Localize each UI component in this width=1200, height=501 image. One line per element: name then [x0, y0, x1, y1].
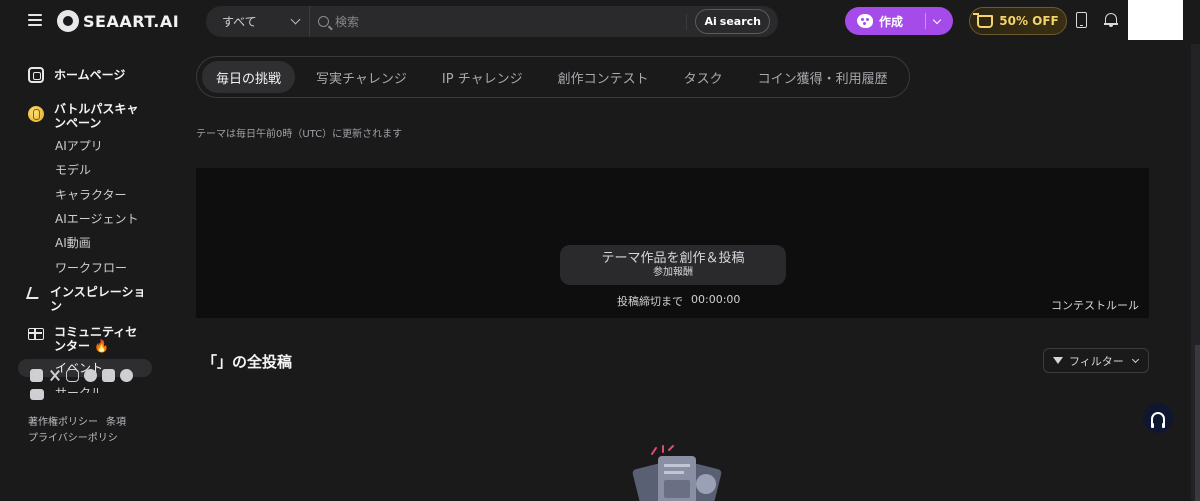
menu-icon[interactable] — [28, 14, 42, 26]
tiktok-icon[interactable] — [102, 369, 115, 382]
cart-icon — [973, 12, 994, 28]
youtube-icon[interactable] — [30, 389, 44, 400]
deadline-countdown: 投稿締切まで 00:00:00 — [617, 293, 740, 309]
create-main-button[interactable]: 作成 — [845, 13, 925, 30]
sidebar-item-community[interactable]: コミュニティセンター 🔥 — [28, 325, 148, 353]
inspiration-icon — [26, 287, 42, 299]
empty-state-illustration — [632, 445, 722, 501]
sidebar-item-label: バトルパスキャンペーン — [54, 102, 139, 130]
tab-ip-challenge[interactable]: IP チャレンジ — [428, 61, 537, 93]
search-bar: すべて Ai search — [206, 6, 778, 37]
search-icon — [318, 16, 329, 27]
copyright-policy-link[interactable]: 著作権ポリシー — [28, 417, 98, 428]
create-label: 作成 — [879, 14, 904, 29]
sidebar-item-ai-app[interactable]: AIアプリ — [55, 137, 103, 154]
coin-icon — [28, 106, 44, 122]
section-title: 「」の全投稿 — [202, 353, 293, 371]
sidebar-item-character[interactable]: キャラクター — [55, 186, 127, 203]
top-header: SEAART.AI すべて Ai search 作成 50% OFF — [0, 0, 1200, 44]
ai-badge: Ai — [704, 15, 717, 28]
filter-label: フィルター — [1069, 354, 1124, 368]
tab-tasks[interactable]: タスク — [670, 61, 737, 93]
sidebar-item-model[interactable]: モデル — [55, 161, 91, 178]
contest-rules-link[interactable]: コンテストルール — [1051, 297, 1139, 313]
filter-button[interactable]: フィルター — [1043, 348, 1149, 373]
logo-text: SEAART.AI — [83, 11, 180, 31]
divider — [686, 13, 688, 30]
filter-icon — [1053, 357, 1063, 364]
sidebar-item-label: ホームページ — [54, 68, 126, 82]
ai-search-label: search — [719, 15, 761, 28]
chevron-down-icon — [290, 14, 301, 25]
bell-icon[interactable] — [1104, 12, 1118, 27]
sidebar-item-ai-video[interactable]: AI動画 — [55, 234, 91, 251]
search-scope-select[interactable]: すべて — [206, 6, 310, 37]
tab-daily-challenge[interactable]: 毎日の挑戦 — [202, 61, 296, 93]
challenge-banner: テーマ作品を創作＆投稿 参加報酬 投稿締切まで 00:00:00 コンテストルー… — [196, 168, 1149, 318]
reward-label: 参加報酬 — [653, 267, 693, 278]
deadline-label: 投稿締切まで — [617, 295, 683, 308]
facebook-icon[interactable] — [84, 369, 97, 382]
discord-icon[interactable] — [30, 369, 43, 382]
logo-mark-icon — [57, 10, 79, 32]
avatar[interactable] — [1128, 0, 1183, 40]
support-button[interactable] — [1143, 403, 1173, 433]
sidebar-item-inspiration[interactable]: インスピレーション — [26, 285, 148, 313]
headset-icon — [1151, 412, 1165, 428]
challenge-tabs: 毎日の挑戦 写実チャレンジ IP チャレンジ 創作コンテスト タスク コイン獲得… — [196, 56, 910, 98]
sidebar-item-label: コミュニティセンター 🔥 — [54, 325, 138, 353]
update-note: テーマは毎日午前0時（UTC）に更新されます — [196, 129, 403, 140]
ai-search-button[interactable]: Ai search — [695, 9, 770, 34]
sidebar-item-battle-pass[interactable]: バトルパスキャンペーン — [28, 102, 148, 130]
palette-icon — [857, 14, 873, 28]
create-and-post-label: テーマ作品を創作＆投稿 — [601, 251, 745, 266]
reddit-icon[interactable] — [120, 369, 133, 382]
tab-realistic-challenge[interactable]: 写実チャレンジ — [302, 61, 421, 93]
instagram-icon[interactable] — [66, 369, 79, 382]
create-and-post-button[interactable]: テーマ作品を創作＆投稿 参加報酬 — [560, 245, 786, 285]
promo-button[interactable]: 50% OFF — [969, 7, 1067, 35]
search-scope-label: すべて — [222, 15, 257, 29]
x-icon[interactable] — [48, 369, 61, 382]
chevron-down-icon — [1131, 355, 1139, 363]
home-icon — [28, 67, 44, 83]
footer-links: 著作権ポリシー 条項 プライバシーポリシ — [28, 415, 134, 447]
create-button[interactable]: 作成 — [845, 7, 953, 35]
promo-label: 50% OFF — [999, 14, 1059, 28]
divider — [925, 13, 926, 29]
search-input[interactable] — [335, 14, 687, 29]
logo[interactable]: SEAART.AI — [57, 9, 179, 33]
sidebar-item-label: インスピレーション — [50, 285, 146, 313]
gift-icon — [28, 328, 44, 340]
deadline-time: 00:00:00 — [691, 293, 741, 306]
sidebar-item-home[interactable]: ホームページ — [28, 67, 125, 83]
mobile-device-icon[interactable] — [1076, 12, 1087, 28]
sidebar-item-ai-agent[interactable]: AIエージェント — [55, 210, 139, 227]
tab-creative-contest[interactable]: 創作コンテスト — [544, 61, 663, 93]
flame-icon: 🔥 — [94, 339, 110, 353]
tab-coin-history[interactable]: コイン獲得・利用履歴 — [744, 61, 902, 93]
social-links — [30, 369, 150, 400]
scrollbar-thumb[interactable] — [1195, 345, 1200, 501]
sidebar-item-workflow[interactable]: ワークフロー — [55, 259, 127, 276]
terms-link[interactable]: 条項 — [106, 417, 126, 428]
privacy-policy-link[interactable]: プライバシーポリシ — [28, 433, 118, 444]
chevron-down-icon[interactable] — [932, 15, 942, 24]
